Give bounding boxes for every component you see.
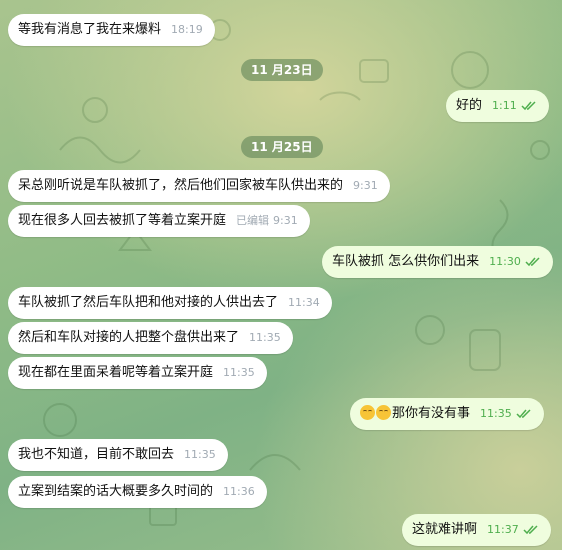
double-check-icon (521, 92, 537, 124)
grinning-sweat-emoji (360, 405, 375, 420)
message-bubble[interactable]: 现在很多人回去被抓了等着立案开庭 已编辑 9:31 (8, 205, 310, 237)
message-time: 18:19 (171, 23, 203, 36)
double-check-icon (516, 400, 532, 432)
message-bubble[interactable]: 这就难讲啊 11:37 (402, 514, 551, 546)
message-time: 11:35 (249, 331, 281, 344)
chat-message-list[interactable]: 等我有消息了我在来爆料 18:19 11 月23日 好的 1:11 11 月25日 … (0, 0, 562, 550)
message-time: 11:36 (223, 485, 255, 498)
message-time: 9:31 (353, 179, 378, 192)
message-bubble[interactable]: 呆总刚听说是车队被抓了，然后他们回家被车队供出来的 9:31 (8, 170, 390, 202)
message-text: 车队被抓 怎么供你们出来 (332, 254, 480, 269)
message-time: 11:35 (223, 366, 255, 379)
message-time: 11:35 (184, 448, 216, 461)
date-separator: 11 月25日 (241, 136, 323, 158)
message-text: 好的 (456, 98, 483, 113)
message-bubble[interactable]: 我也不知道，目前不敢回去 11:35 (8, 439, 228, 471)
message-bubble[interactable]: 立案到结案的话大概要多久时间的 11:36 (8, 476, 267, 508)
message-bubble[interactable]: 等我有消息了我在来爆料 18:19 (8, 14, 215, 46)
message-text: 现在都在里面呆着呢等着立案开庭 (18, 365, 214, 380)
edited-label: 已编辑 (236, 214, 270, 227)
message-bubble[interactable]: 现在都在里面呆着呢等着立案开庭 11:35 (8, 357, 267, 389)
message-time: 9:31 (273, 214, 298, 227)
message-text: 现在很多人回去被抓了等着立案开庭 (18, 213, 227, 228)
message-time: 11:35 (480, 407, 512, 420)
double-check-icon (523, 516, 539, 548)
double-check-icon (525, 248, 541, 280)
message-text: 这就难讲啊 (412, 522, 478, 537)
message-text: 立案到结案的话大概要多久时间的 (18, 484, 214, 499)
message-bubble[interactable]: 然后和车队对接的人把整个盘供出来了 11:35 (8, 322, 293, 354)
message-bubble[interactable]: 车队被抓了然后车队把和他对接的人供出去了 11:34 (8, 287, 332, 319)
date-separator: 11 月23日 (241, 59, 323, 81)
message-time: 11:37 (487, 523, 519, 536)
grinning-sweat-emoji (376, 405, 391, 420)
message-time: 11:34 (288, 296, 320, 309)
message-time: 1:11 (492, 99, 517, 112)
message-text: 那你有没有事 (392, 406, 471, 421)
message-time: 11:30 (489, 255, 521, 268)
message-bubble[interactable]: 车队被抓 怎么供你们出来 11:30 (322, 246, 553, 278)
message-text: 呆总刚听说是车队被抓了，然后他们回家被车队供出来的 (18, 178, 344, 193)
message-text: 等我有消息了我在来爆料 (18, 22, 162, 37)
message-text: 我也不知道，目前不敢回去 (18, 447, 175, 462)
message-text: 然后和车队对接的人把整个盘供出来了 (18, 330, 240, 345)
message-text: 车队被抓了然后车队把和他对接的人供出去了 (18, 295, 279, 310)
message-bubble[interactable]: 那你有没有事 11:35 (350, 398, 544, 430)
message-bubble[interactable]: 好的 1:11 (446, 90, 549, 122)
